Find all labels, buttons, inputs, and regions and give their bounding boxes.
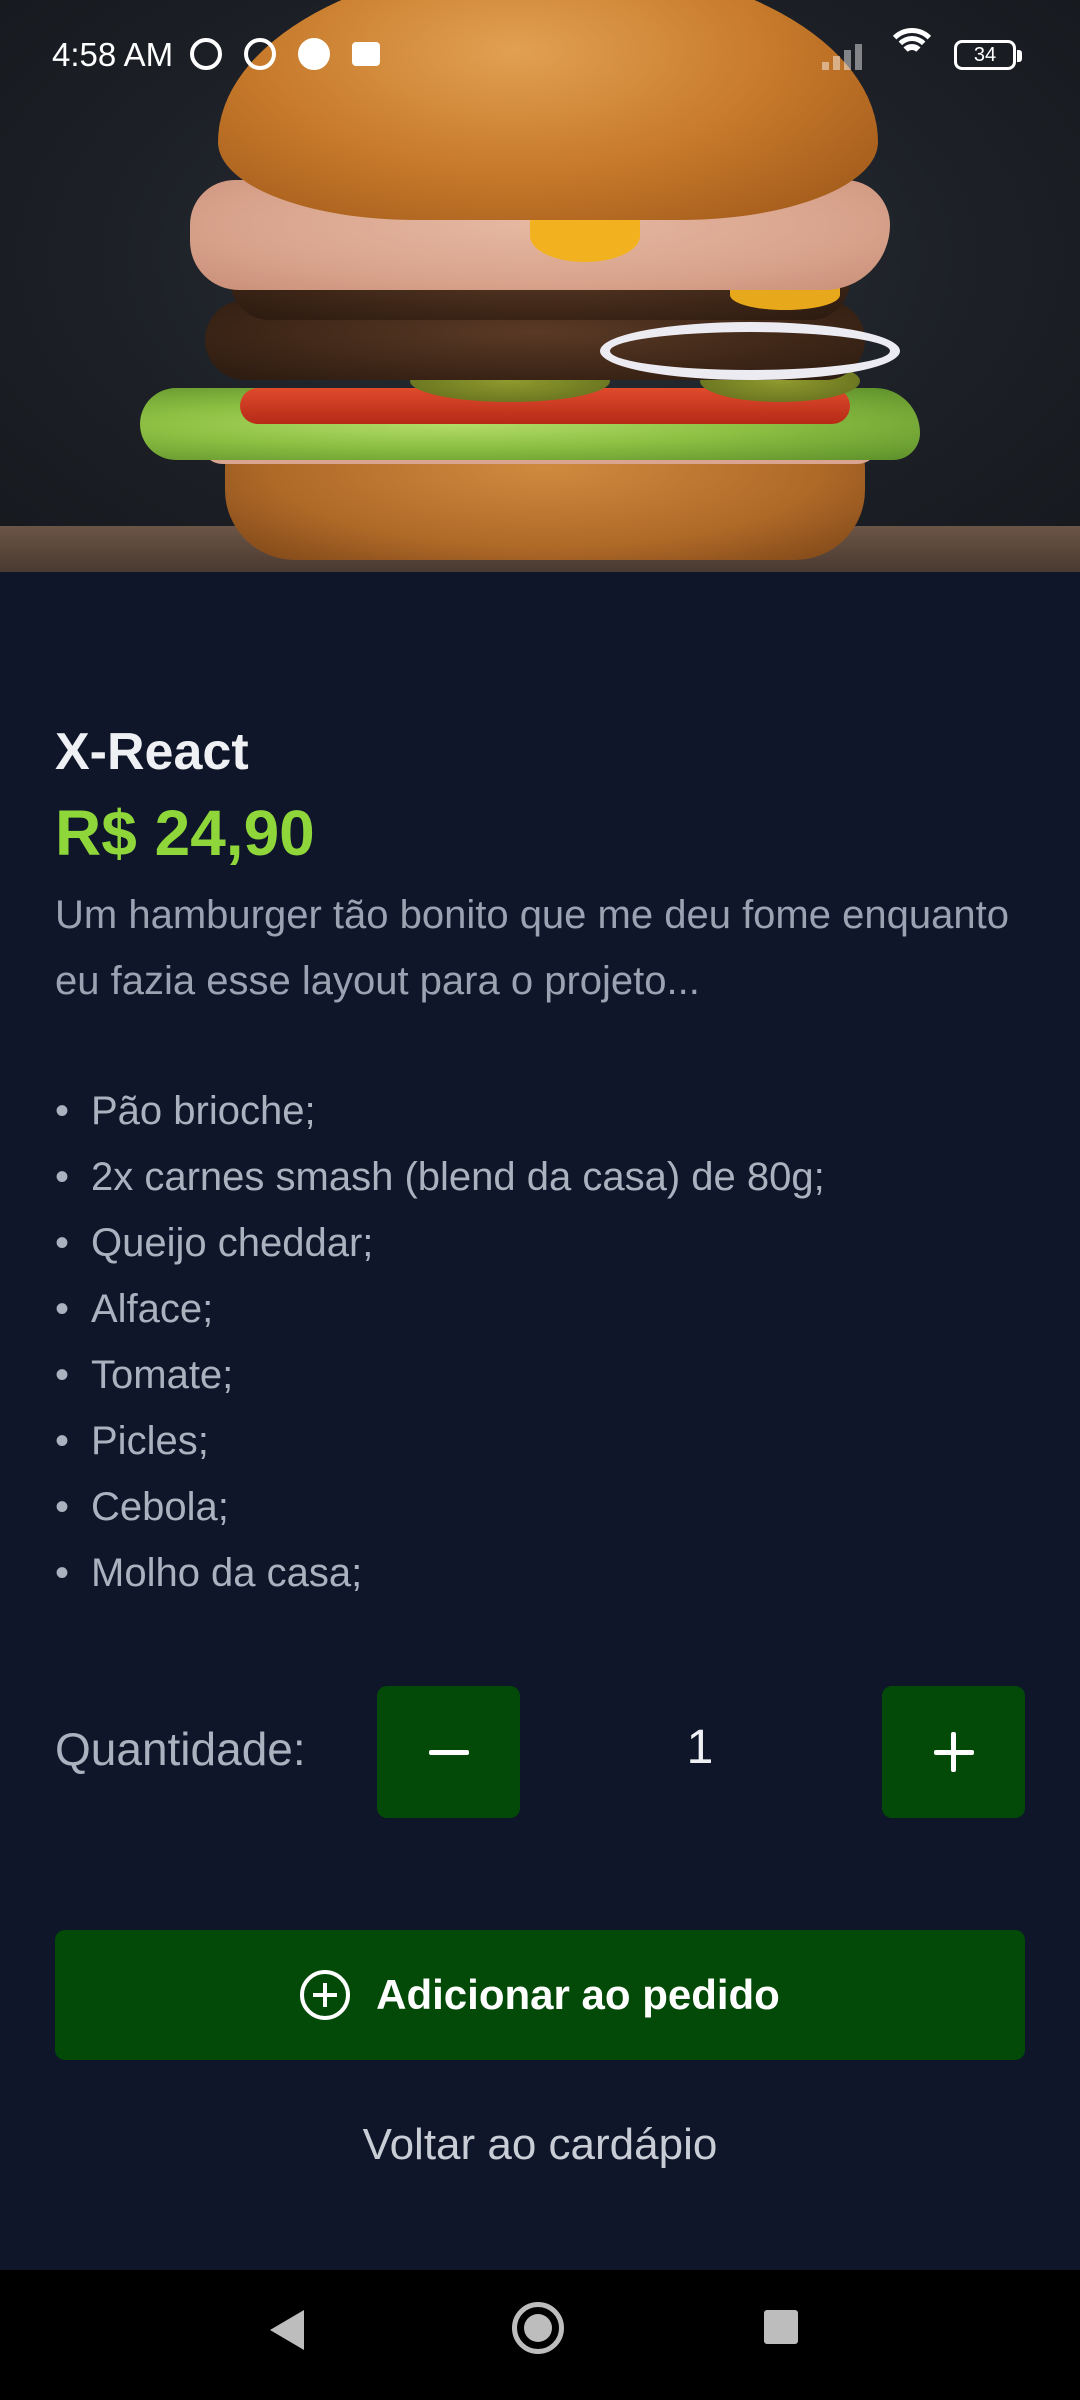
ingredient-text: 2x carnes smash (blend da casa) de 80g; — [91, 1155, 825, 1199]
ingredient-text: Queijo cheddar; — [91, 1221, 374, 1265]
list-item: • 2x carnes smash (blend da casa) de 80g; — [55, 1144, 825, 1210]
battery-level: 34 — [973, 43, 997, 66]
ingredient-text: Pão brioche; — [91, 1089, 316, 1133]
ingredient-text: Tomate; — [91, 1353, 234, 1397]
alarm-icon — [244, 38, 276, 70]
plus-icon-vertical — [951, 1732, 956, 1772]
recents-icon[interactable] — [764, 2310, 798, 2344]
bullet-icon: • — [55, 1221, 70, 1265]
product-description: Um hamburger tão bonito que me deu fome … — [55, 893, 1009, 1003]
bullet-icon: • — [55, 1287, 70, 1331]
bullet-icon: • — [55, 1155, 70, 1199]
ingredient-text: Molho da casa; — [91, 1551, 363, 1595]
status-time: 4:58 AM — [52, 36, 174, 73]
ingredient-text: Alface; — [91, 1287, 214, 1331]
increase-quantity-button[interactable] — [882, 1686, 1025, 1818]
status-system-icons: 34 — [822, 28, 1022, 72]
add-to-order-label: Adicionar ao pedido — [376, 1971, 780, 2018]
product-price: R$ 24,90 — [55, 797, 315, 869]
app-notification-icon — [298, 38, 330, 70]
plus-circle-icon — [300, 1970, 351, 2020]
wifi-icon — [885, 28, 939, 72]
quantity-value: 1 — [686, 1721, 714, 1774]
list-item: • Tomate; — [55, 1342, 825, 1408]
system-navigation-bar — [0, 2270, 1080, 2400]
bullet-icon: • — [55, 1353, 70, 1397]
onion — [600, 322, 900, 380]
list-item: • Pão brioche; — [55, 1078, 825, 1144]
product-detail-screen: 4:58 AM 34 X-React R$ 24,90 Um hamburger… — [0, 0, 1080, 2400]
bullet-icon: • — [55, 1485, 70, 1529]
bullet-icon: • — [55, 1419, 70, 1463]
video-camera-icon — [352, 42, 380, 66]
bullet-icon: • — [55, 1551, 70, 1595]
list-item: • Queijo cheddar; — [55, 1210, 825, 1276]
bullet-icon: • — [55, 1089, 70, 1133]
add-to-order-button[interactable]: Adicionar ao pedido — [55, 1930, 1025, 2060]
minus-icon — [428, 1749, 469, 1755]
list-item: • Alface; — [55, 1276, 825, 1342]
status-notification-icons — [190, 38, 380, 70]
decrease-quantity-button[interactable] — [377, 1686, 520, 1818]
status-bar: 4:58 AM 34 — [0, 0, 1080, 110]
back-to-menu-link[interactable]: Voltar ao cardápio — [55, 2120, 1025, 2170]
ingredient-text: Picles; — [91, 1419, 209, 1463]
list-item: • Cebola; — [55, 1474, 825, 1540]
signal-icon — [822, 40, 870, 70]
ingredients-list: • Pão brioche; • 2x carnes smash (blend da… — [55, 1078, 825, 1606]
battery-icon: 34 — [954, 40, 1022, 70]
back-icon[interactable] — [270, 2310, 304, 2350]
ingredient-text: Cebola; — [91, 1485, 229, 1529]
quantity-label: Quantidade: — [55, 1723, 306, 1775]
product-title: X-React — [55, 723, 249, 781]
home-icon[interactable] — [512, 2302, 564, 2354]
muted-bell-icon — [190, 38, 222, 70]
list-item: • Picles; — [55, 1408, 825, 1474]
list-item: • Molho da casa; — [55, 1540, 825, 1606]
